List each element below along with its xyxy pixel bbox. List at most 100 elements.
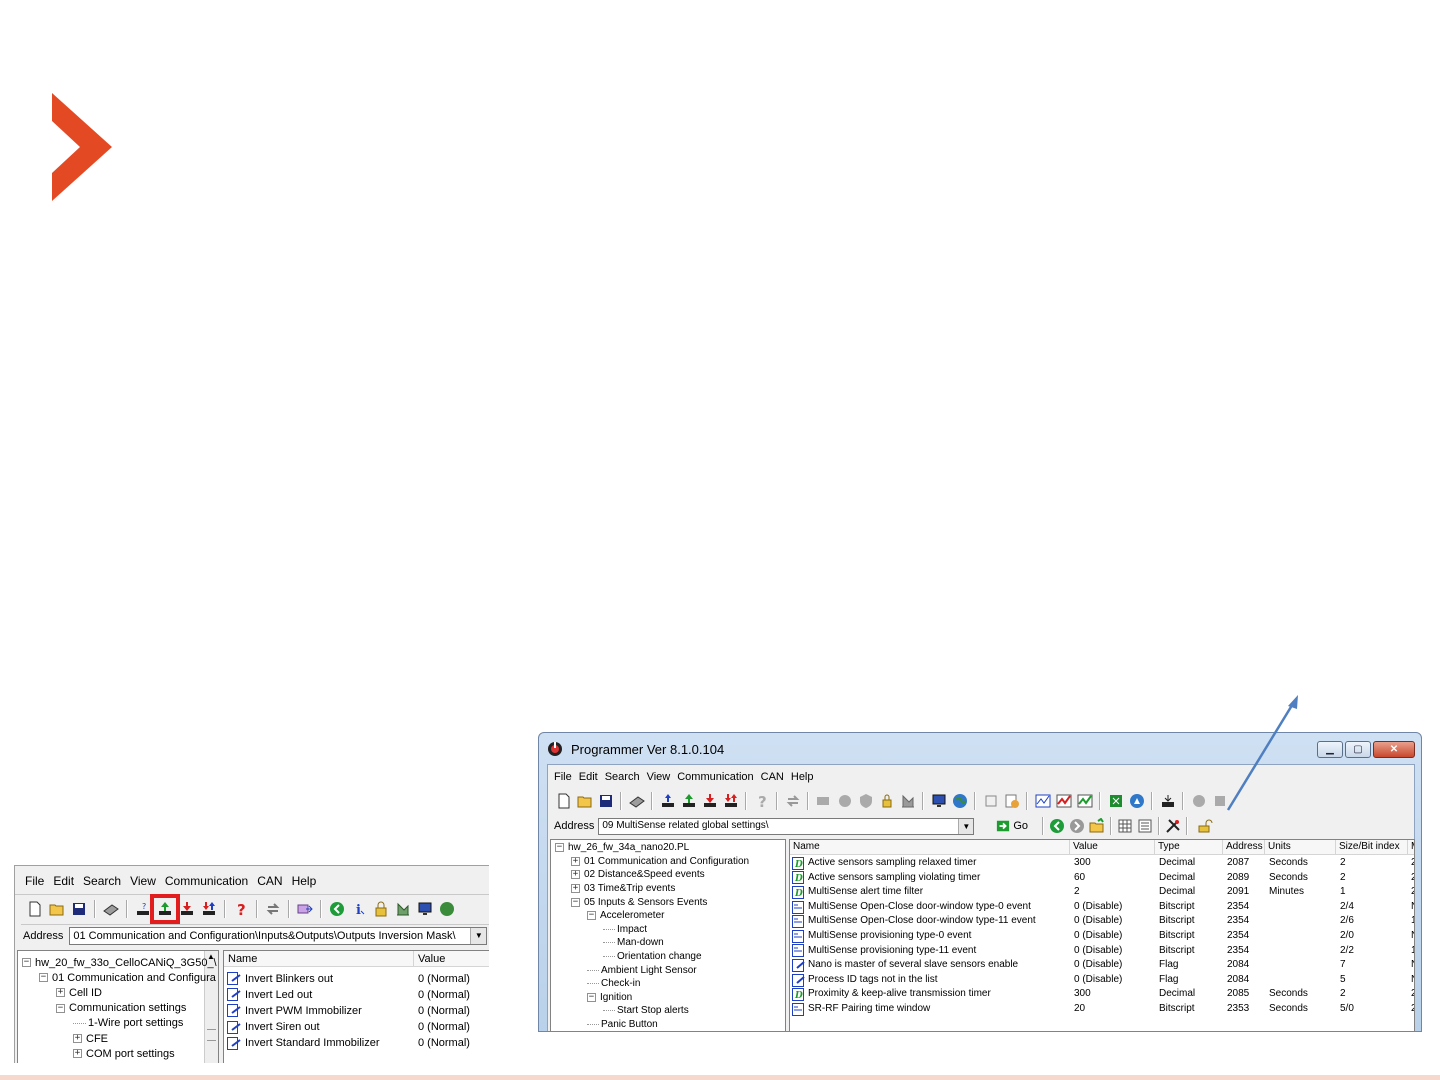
monitor-button[interactable] (929, 791, 948, 811)
cell-value[interactable]: 60 (1074, 871, 1085, 886)
menu-search[interactable]: Search (83, 874, 121, 888)
menu-file[interactable]: File (554, 771, 572, 783)
address-combobox[interactable]: 01 Communication and Configuration\Input… (69, 926, 488, 945)
tree-node[interactable]: +03 Time&Trip events (571, 882, 675, 896)
parameter-row[interactable]: MultiSense Open-Close door-window type-0… (792, 900, 1068, 915)
cell-value[interactable]: 300 (1074, 987, 1091, 1002)
download-all-button[interactable] (721, 791, 740, 811)
menu-view[interactable]: View (130, 874, 156, 888)
list-view-button[interactable] (1135, 816, 1155, 836)
tree-node[interactable]: 1-Wire port settings (73, 1016, 183, 1031)
help-button[interactable]: ? (231, 899, 251, 919)
parameter-row[interactable]: Nano is master of several slave sensors … (792, 958, 1068, 973)
column-header-name[interactable]: Name (790, 840, 1070, 855)
excel-button[interactable] (1106, 791, 1125, 811)
chart-button[interactable] (393, 899, 413, 919)
save-button[interactable] (69, 899, 89, 919)
send-button[interactable] (814, 791, 833, 811)
cell-value[interactable]: 0 (Disable) (1074, 958, 1122, 973)
parameter-value[interactable]: 0 (Normal) (418, 1020, 470, 1035)
parameter-row[interactable]: MultiSense provisioning type-0 event (792, 929, 1068, 944)
address-combobox[interactable]: 09 MultiSense related global settings\ ▼ (598, 817, 975, 835)
schedule-button[interactable] (1002, 791, 1021, 811)
go-button[interactable]: Go (996, 819, 1028, 833)
tree-node[interactable]: Panic Button (587, 1018, 658, 1031)
parameter-row[interactable]: MultiSense Open-Close door-window type-1… (792, 914, 1068, 929)
parameter-value[interactable]: 0 (Normal) (418, 1003, 470, 1018)
tree-node[interactable]: − Ignition (587, 991, 632, 1005)
menu-communication[interactable]: Communication (165, 874, 248, 888)
parameter-row[interactable]: D Active sensors sampling violating timer (792, 871, 1068, 886)
globe-button[interactable] (950, 791, 969, 811)
parameter-row[interactable]: D Proximity & keep-alive transmission tim… (792, 987, 1068, 1002)
parameter-row[interactable]: D MultiSense alert time filter (792, 885, 1068, 900)
download-all-button[interactable] (199, 899, 219, 919)
menu-edit[interactable]: Edit (579, 771, 598, 783)
expand-icon[interactable]: + (73, 1049, 82, 1059)
open-button[interactable] (575, 791, 594, 811)
right-settings-tree[interactable]: − hw_26_fw_34a_nano20.PL +01 Communication… (550, 839, 786, 1031)
globe-button[interactable] (437, 899, 457, 919)
expand-icon[interactable]: + (571, 870, 580, 880)
collapse-icon[interactable]: − (587, 992, 596, 1002)
expand-icon[interactable]: + (571, 884, 580, 894)
collapse-icon[interactable]: − (39, 973, 48, 983)
tree-node[interactable]: Orientation change (603, 950, 702, 964)
new-file-button[interactable] (554, 791, 573, 811)
parameter-row[interactable]: MultiSense provisioning type-11 event (792, 944, 1068, 959)
collapse-icon[interactable]: − (56, 1003, 65, 1013)
tree-node[interactable]: Check-in (587, 977, 640, 991)
collapse-icon[interactable]: − (571, 897, 580, 907)
parameter-row[interactable]: Invert PWM Immobilizer (227, 1003, 362, 1018)
tree-node[interactable]: − Accelerometer (587, 909, 664, 923)
lock-button[interactable] (371, 899, 391, 919)
compass-button[interactable] (1127, 791, 1146, 811)
tree-node[interactable]: + COM port settings (73, 1046, 175, 1061)
parameter-row[interactable]: Invert Led out (227, 987, 312, 1002)
grid-view-button[interactable] (1115, 816, 1135, 836)
trend-green-button[interactable] (1075, 791, 1094, 811)
column-header-units[interactable]: Units (1265, 840, 1336, 855)
tools-button[interactable] (1163, 816, 1183, 836)
monitor-button[interactable] (415, 899, 435, 919)
parameter-row[interactable]: Invert Blinkers out (227, 971, 333, 986)
folder-up-button[interactable] (1087, 816, 1107, 836)
cell-value[interactable]: 0 (Disable) (1074, 900, 1122, 915)
menu-search[interactable]: Search (605, 771, 640, 783)
minimize-button[interactable]: ▁ (1317, 741, 1343, 758)
column-header-value[interactable]: Value (1070, 840, 1155, 855)
menu-view[interactable]: View (647, 771, 671, 783)
help-button[interactable]: ? (752, 791, 771, 811)
lock-button[interactable] (877, 791, 896, 811)
tree-node[interactable]: + CFE (73, 1031, 108, 1046)
chevron-down-icon[interactable]: ▼ (958, 818, 974, 834)
menu-communication[interactable]: Communication (677, 771, 753, 783)
chart-button[interactable] (898, 791, 917, 811)
cell-value[interactable]: 0 (Disable) (1074, 973, 1122, 988)
parameter-row[interactable]: Invert Siren out (227, 1020, 320, 1035)
column-header-size-bit-index[interactable]: Size/Bit index (1336, 840, 1408, 855)
clock-button[interactable] (835, 791, 854, 811)
expand-icon[interactable]: + (56, 988, 65, 998)
parameter-row[interactable]: Invert Standard Immobilizer (227, 1036, 380, 1051)
menu-file[interactable]: File (25, 874, 44, 888)
info-button[interactable]: i (349, 899, 369, 919)
column-header-type[interactable]: Type (1155, 840, 1223, 855)
record-button[interactable] (1189, 791, 1208, 811)
menu-help[interactable]: Help (791, 771, 814, 783)
device-button[interactable] (627, 791, 646, 811)
printer-button[interactable] (1158, 791, 1177, 811)
menu-edit[interactable]: Edit (53, 874, 74, 888)
shield-button[interactable] (856, 791, 875, 811)
upload-button[interactable] (679, 791, 698, 811)
device-button[interactable] (101, 899, 121, 919)
cell-value[interactable]: 20 (1074, 1002, 1085, 1017)
open-button[interactable] (47, 899, 67, 919)
query-device-button[interactable]: ? (133, 899, 153, 919)
back-button[interactable] (1047, 816, 1067, 836)
parameter-value[interactable]: 0 (Normal) (418, 1036, 470, 1051)
column-header-m[interactable]: M (1408, 840, 1414, 855)
expand-icon[interactable]: + (571, 856, 580, 866)
cell-value[interactable]: 300 (1074, 856, 1091, 871)
frame-button[interactable] (981, 791, 1000, 811)
